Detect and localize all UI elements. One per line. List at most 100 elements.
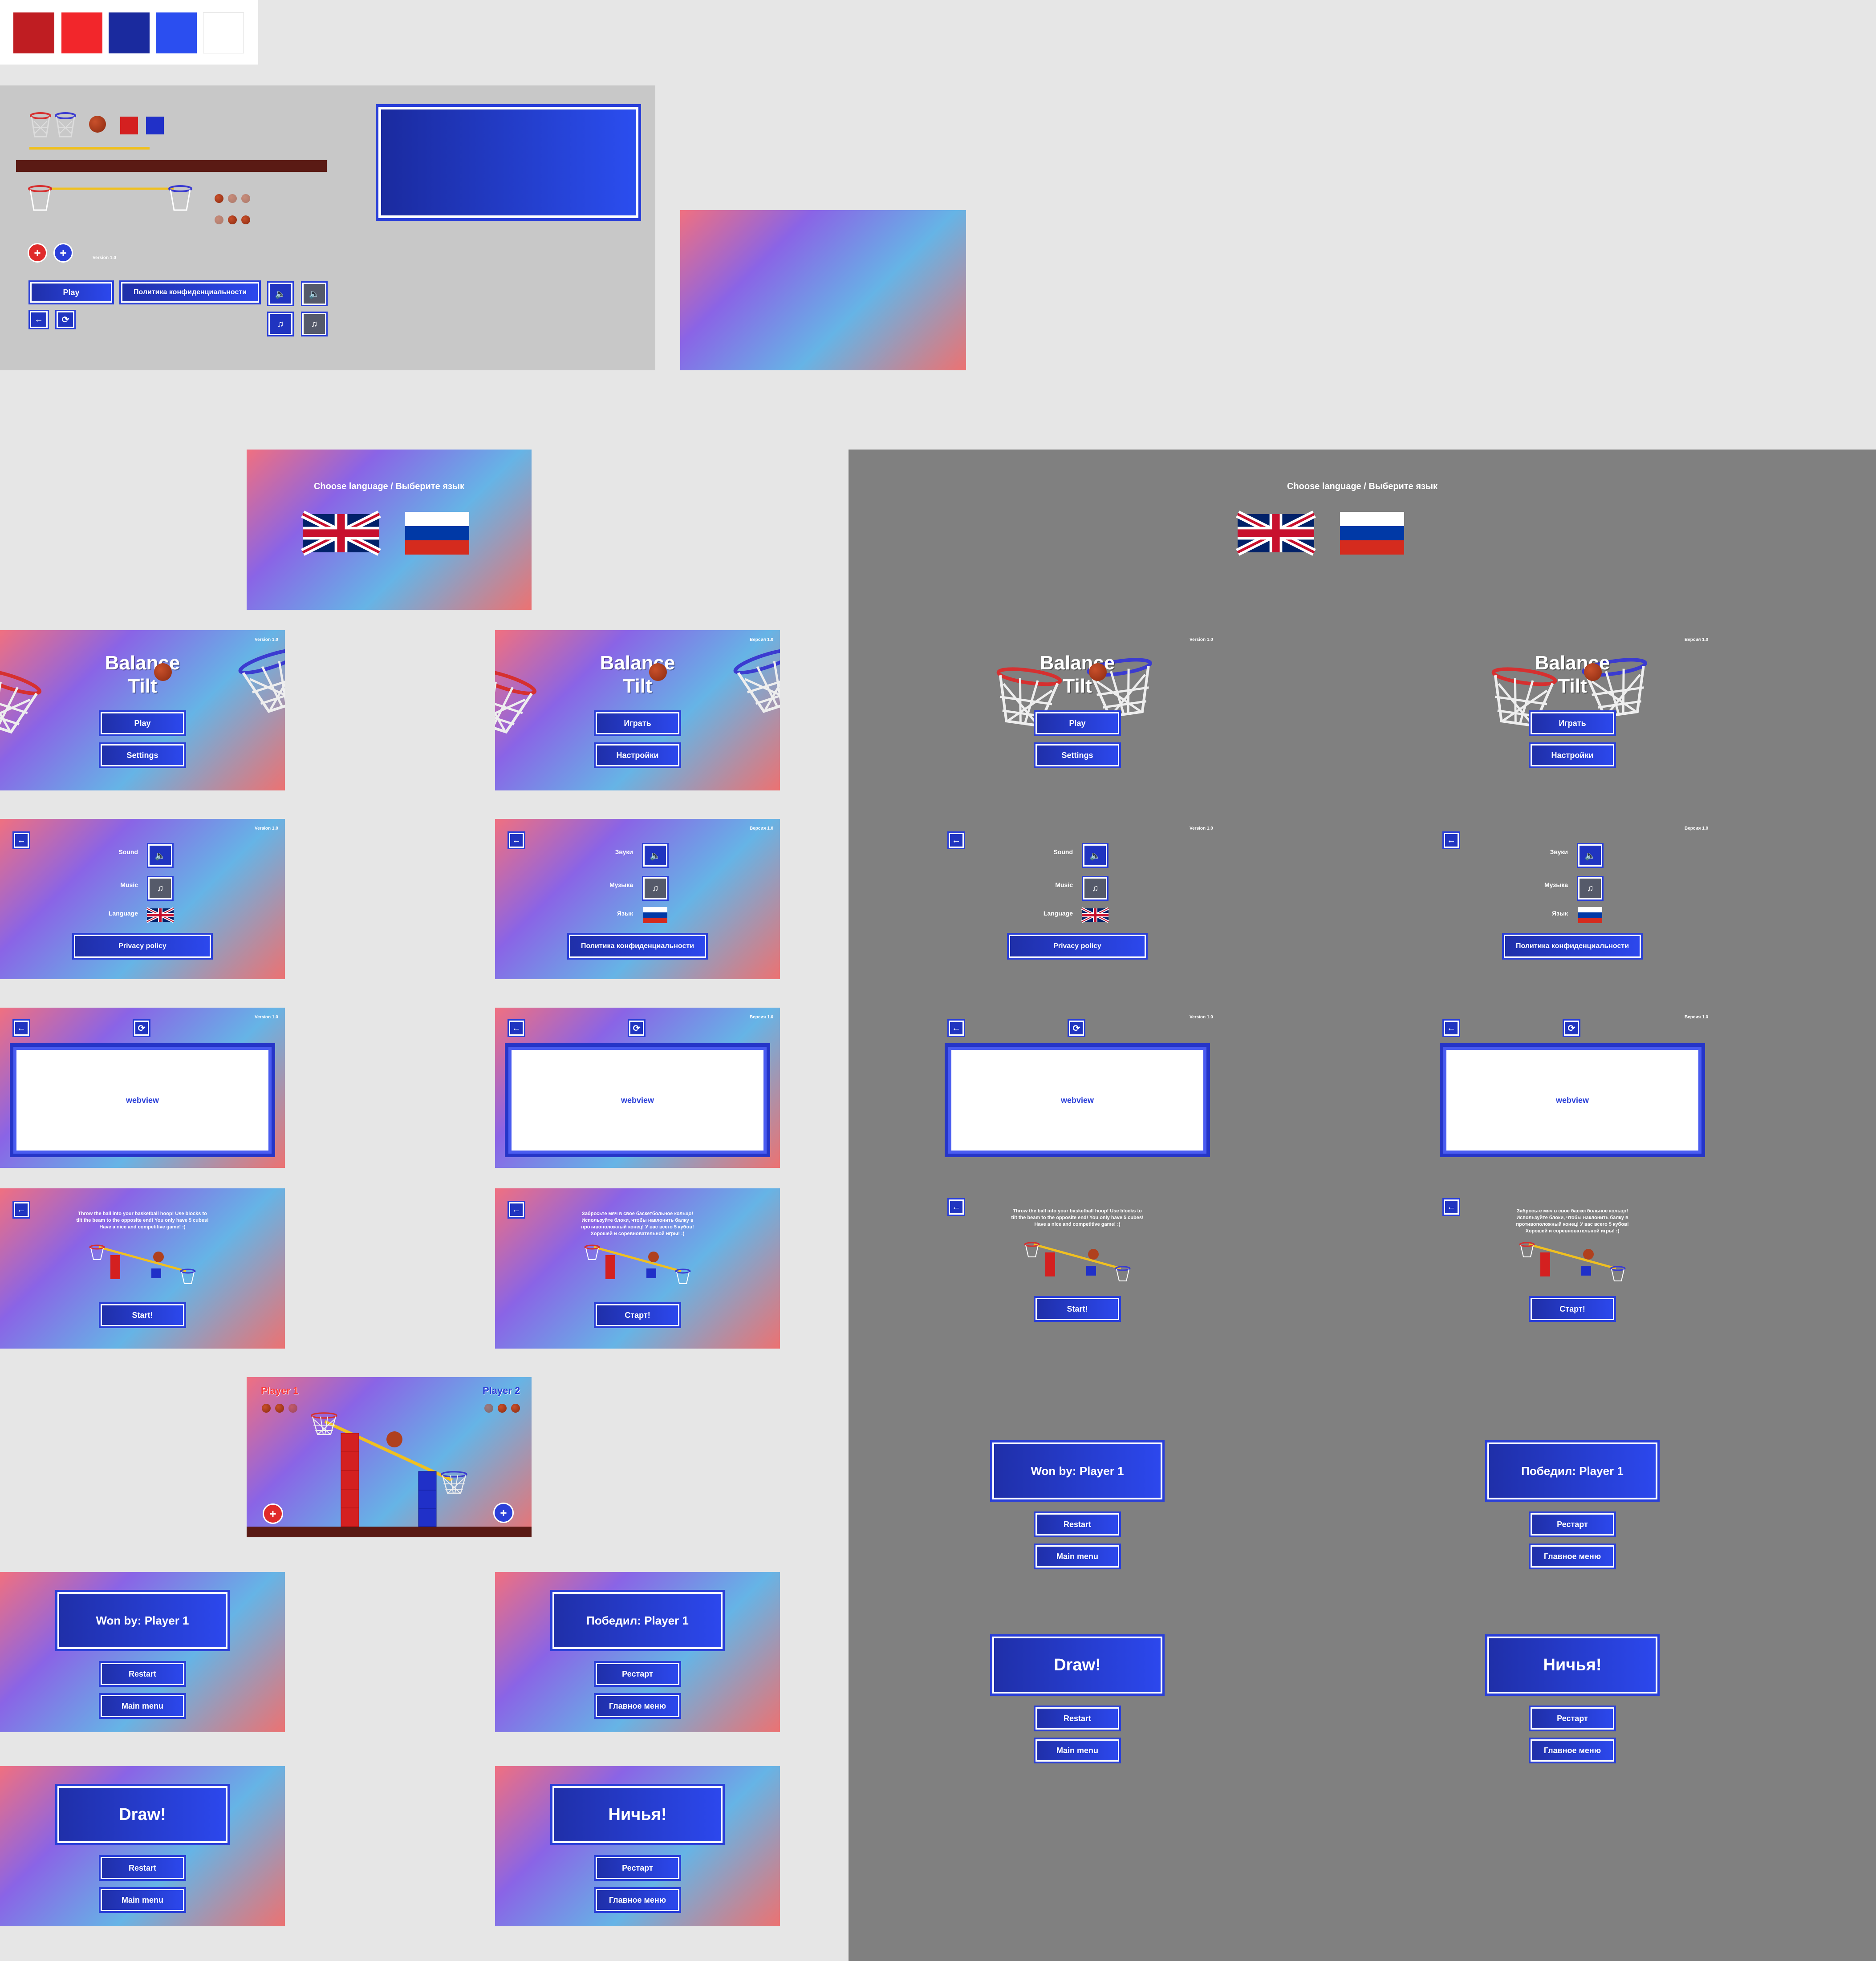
refresh-button[interactable]: ⟳ bbox=[1068, 1019, 1085, 1037]
russia-flag-icon[interactable] bbox=[1577, 907, 1604, 923]
main-menu-button[interactable]: Main menu bbox=[1034, 1738, 1121, 1763]
restart-button[interactable]: Рестарт bbox=[1529, 1706, 1616, 1731]
play-button-sprite[interactable]: Play bbox=[28, 280, 114, 304]
refresh-button[interactable]: ⟳ bbox=[1563, 1019, 1580, 1037]
back-button[interactable]: ← bbox=[12, 1201, 30, 1219]
restart-button[interactable]: Restart bbox=[1034, 1511, 1121, 1537]
music-toggle[interactable]: ♫ bbox=[1577, 876, 1604, 901]
settings-screen: ← Version 1.0 Sound 🔈 Music ♫ Language Privacy … bbox=[0, 819, 285, 979]
webview-frame[interactable]: webview bbox=[505, 1043, 770, 1157]
refresh-button[interactable]: ⟳ bbox=[628, 1019, 646, 1037]
main-menu-button[interactable]: Главное меню bbox=[1529, 1544, 1616, 1569]
sound-off-icon[interactable]: 🔈 bbox=[301, 281, 328, 306]
sound-toggle[interactable]: 🔈 bbox=[1577, 843, 1604, 868]
privacy-webview-screen: ← ⟳ Version 1.0 webview bbox=[0, 1008, 285, 1168]
privacy-policy-button[interactable]: Privacy policy bbox=[72, 933, 213, 960]
basketball-icon bbox=[154, 663, 172, 681]
restart-button[interactable]: Рестарт bbox=[594, 1855, 681, 1881]
privacy-policy-button[interactable]: Политика конфиденциальности bbox=[567, 933, 708, 960]
restart-button[interactable]: Рестарт bbox=[594, 1661, 681, 1687]
play-button[interactable]: Play bbox=[99, 710, 186, 736]
add-block-blue-button[interactable]: + bbox=[493, 1503, 514, 1523]
winner-screen: Won by: Player 1 Restart Main menu bbox=[935, 1422, 1220, 1583]
restart-button[interactable]: Restart bbox=[99, 1661, 186, 1687]
restart-button[interactable]: Restart bbox=[99, 1855, 186, 1881]
main-menu-button[interactable]: Main menu bbox=[99, 1887, 186, 1913]
sound-toggle[interactable]: 🔈 bbox=[1082, 843, 1109, 868]
webview-frame[interactable]: webview bbox=[945, 1043, 1210, 1157]
ball-counter-icon bbox=[228, 194, 237, 203]
refresh-icon[interactable]: ⟳ bbox=[55, 310, 76, 329]
settings-button[interactable]: Settings bbox=[99, 742, 186, 768]
game-field bbox=[247, 1420, 532, 1537]
russia-flag-icon[interactable] bbox=[399, 512, 475, 555]
music-toggle[interactable]: ♫ bbox=[147, 876, 174, 901]
sprite-sheet: + + Version 1.0 Play Политика конфиденци… bbox=[0, 85, 655, 370]
privacy-policy-button[interactable]: Privacy policy bbox=[1007, 933, 1148, 960]
uk-flag-icon[interactable] bbox=[1236, 511, 1316, 556]
back-button[interactable]: ← bbox=[947, 1019, 965, 1037]
refresh-button[interactable]: ⟳ bbox=[133, 1019, 150, 1037]
version-label: Версия 1.0 bbox=[750, 637, 774, 642]
russia-flag-icon[interactable] bbox=[642, 907, 669, 923]
language-label: Язык bbox=[1552, 910, 1568, 917]
start-button[interactable]: Start! bbox=[1034, 1296, 1121, 1322]
back-button[interactable]: ← bbox=[1442, 831, 1460, 849]
webview-frame[interactable]: webview bbox=[10, 1043, 275, 1157]
back-button[interactable]: ← bbox=[508, 1201, 525, 1219]
tutorial-illustration bbox=[1519, 1242, 1626, 1281]
start-button[interactable]: Старт! bbox=[594, 1302, 681, 1328]
sound-toggle[interactable]: 🔈 bbox=[147, 843, 174, 868]
restart-button[interactable]: Restart bbox=[1034, 1706, 1121, 1731]
back-button[interactable]: ← bbox=[947, 831, 965, 849]
add-block-red-button[interactable]: + bbox=[263, 1503, 283, 1524]
sound-toggle[interactable]: 🔈 bbox=[642, 843, 669, 868]
back-button[interactable]: ← bbox=[12, 831, 30, 849]
back-icon[interactable]: ← bbox=[28, 310, 49, 329]
play-button[interactable]: Играть bbox=[1529, 710, 1616, 736]
play-button[interactable]: Играть bbox=[594, 710, 681, 736]
main-menu-button[interactable]: Main menu bbox=[99, 1693, 186, 1719]
settings-screen: ← Version 1.0 Sound 🔈 Music ♫ Language Privacy … bbox=[935, 819, 1220, 979]
choose-language-title: Choose language / Выберите язык bbox=[313, 482, 465, 491]
privacy-button-sprite[interactable]: Политика конфиденциальности bbox=[119, 280, 261, 304]
settings-screen: ← Версия 1.0 Звуки 🔈 Музыка ♫ Язык Политика кон… bbox=[495, 819, 780, 979]
music-on-icon[interactable]: ♫ bbox=[267, 312, 294, 336]
main-menu-button[interactable]: Главное меню bbox=[1529, 1738, 1616, 1763]
main-menu-button[interactable]: Главное меню bbox=[594, 1887, 681, 1913]
uk-flag-icon[interactable] bbox=[301, 511, 381, 556]
restart-button[interactable]: Рестарт bbox=[1529, 1511, 1616, 1537]
sound-label: Sound bbox=[118, 848, 138, 855]
settings-button[interactable]: Настройки bbox=[594, 742, 681, 768]
russia-flag-icon[interactable] bbox=[1334, 512, 1410, 555]
uk-flag-icon[interactable] bbox=[146, 907, 175, 923]
settings-button[interactable]: Настройки bbox=[1529, 742, 1616, 768]
main-menu-button[interactable]: Главное меню bbox=[594, 1693, 681, 1719]
settings-button[interactable]: Settings bbox=[1034, 742, 1121, 768]
hoop-beam-sprite bbox=[28, 185, 192, 211]
back-button[interactable]: ← bbox=[508, 1019, 525, 1037]
music-label: Музыка bbox=[1544, 881, 1568, 888]
start-button[interactable]: Start! bbox=[99, 1302, 186, 1328]
swatch-white bbox=[203, 12, 244, 53]
music-toggle[interactable]: ♫ bbox=[1082, 876, 1109, 901]
sound-on-icon[interactable]: 🔈 bbox=[267, 281, 294, 306]
webview-frame[interactable]: webview bbox=[1440, 1043, 1705, 1157]
back-button[interactable]: ← bbox=[12, 1019, 30, 1037]
main-menu-button[interactable]: Main menu bbox=[1034, 1544, 1121, 1569]
privacy-policy-button[interactable]: Политика конфиденциальности bbox=[1502, 933, 1643, 960]
music-toggle[interactable]: ♫ bbox=[642, 876, 669, 901]
uk-flag-icon[interactable] bbox=[1081, 907, 1109, 923]
back-button[interactable]: ← bbox=[508, 831, 525, 849]
back-button[interactable]: ← bbox=[1442, 1019, 1460, 1037]
draw-banner: Ничья! bbox=[550, 1784, 725, 1845]
privacy-webview-screen: ← ⟳ Версия 1.0 webview bbox=[1430, 1008, 1715, 1168]
play-button[interactable]: Play bbox=[1034, 710, 1121, 736]
start-button[interactable]: Старт! bbox=[1529, 1296, 1616, 1322]
back-button[interactable]: ← bbox=[1442, 1198, 1460, 1216]
back-button[interactable]: ← bbox=[947, 1198, 965, 1216]
version-label: Version 1.0 bbox=[255, 826, 278, 831]
winner-banner: Победил: Player 1 bbox=[550, 1590, 725, 1651]
sound-label: Sound bbox=[1053, 848, 1073, 855]
music-off-icon[interactable]: ♫ bbox=[301, 312, 328, 336]
